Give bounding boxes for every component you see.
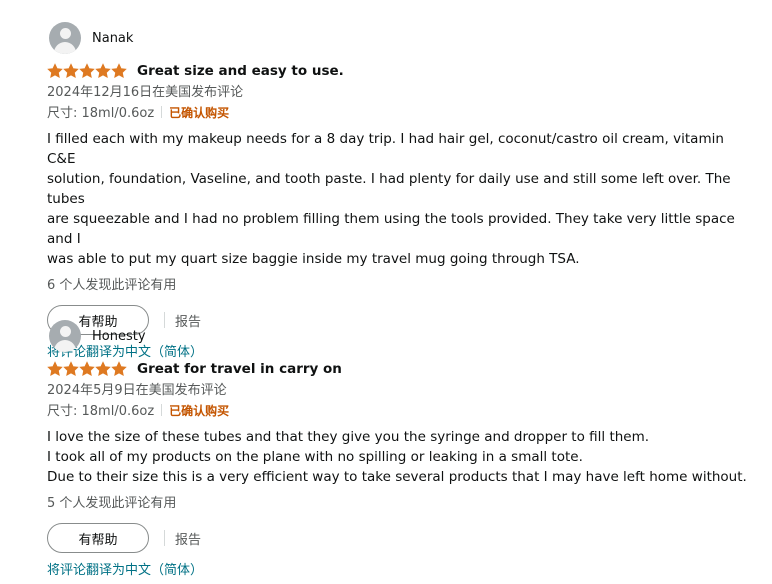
reviewer-profile[interactable]: Honesty (47, 320, 747, 352)
helpful-count: 5 个人发现此评论有用 (47, 496, 177, 511)
review-body-line: Due to their size this is a very efficie… (47, 469, 747, 485)
size-variant: 尺寸: 18ml/0.6oz (47, 106, 155, 121)
star-icon (95, 63, 111, 79)
review-date: 2024年12月16日在美国发布评论 (47, 85, 244, 100)
meta-divider (161, 404, 163, 416)
review-meta: 尺寸: 18ml/0.6oz 已确认购买 (47, 104, 747, 122)
review-card: Nanak Great size and easy to use. 2024年1… (47, 22, 747, 362)
size-variant: 尺寸: 18ml/0.6oz (47, 404, 155, 419)
action-divider (164, 530, 165, 546)
avatar-icon (49, 320, 81, 352)
star-icon (111, 63, 127, 79)
star-icon (47, 361, 63, 377)
helpful-button[interactable]: 有帮助 (47, 523, 149, 553)
star-icon (47, 63, 63, 79)
star-icon (79, 63, 95, 79)
star-rating[interactable] (47, 63, 127, 79)
review-body: I filled each with my makeup needs for a… (47, 129, 747, 269)
star-icon (95, 361, 111, 377)
meta-divider (161, 106, 163, 118)
review-date: 2024年5月9日在美国发布评论 (47, 383, 227, 398)
review-body-line: are squeezable and I had no problem fill… (47, 211, 735, 247)
review-card: Honesty Great for travel in carry on 202… (47, 320, 747, 580)
star-icon (63, 63, 79, 79)
review-body-line: I took all of my products on the plane w… (47, 449, 583, 465)
review-body-line: solution, foundation, Vaseline, and toot… (47, 171, 731, 207)
review-body-line: was able to put my quart size baggie ins… (47, 251, 580, 267)
review-body: I love the size of these tubes and that … (47, 427, 747, 487)
reviewer-profile[interactable]: Nanak (47, 22, 747, 54)
reviewer-name[interactable]: Honesty (92, 329, 146, 344)
review-title[interactable]: Great for travel in carry on (137, 361, 342, 377)
review-title[interactable]: Great size and easy to use. (137, 63, 344, 79)
review-meta: 尺寸: 18ml/0.6oz 已确认购买 (47, 402, 747, 420)
helpful-count: 6 个人发现此评论有用 (47, 278, 177, 293)
verified-purchase-badge: 已确认购买 (169, 106, 230, 120)
review-body-line: I filled each with my makeup needs for a… (47, 131, 724, 167)
star-icon (63, 361, 79, 377)
star-icon (79, 361, 95, 377)
reviewer-name[interactable]: Nanak (92, 31, 133, 46)
avatar-icon (49, 22, 81, 54)
verified-purchase-badge: 已确认购买 (169, 404, 230, 418)
review-body-line: I love the size of these tubes and that … (47, 429, 650, 445)
translate-review-link[interactable]: 将评论翻译为中文（简体） (47, 562, 203, 580)
star-rating[interactable] (47, 361, 127, 377)
star-icon (111, 361, 127, 377)
report-link[interactable]: 报告 (175, 529, 201, 548)
